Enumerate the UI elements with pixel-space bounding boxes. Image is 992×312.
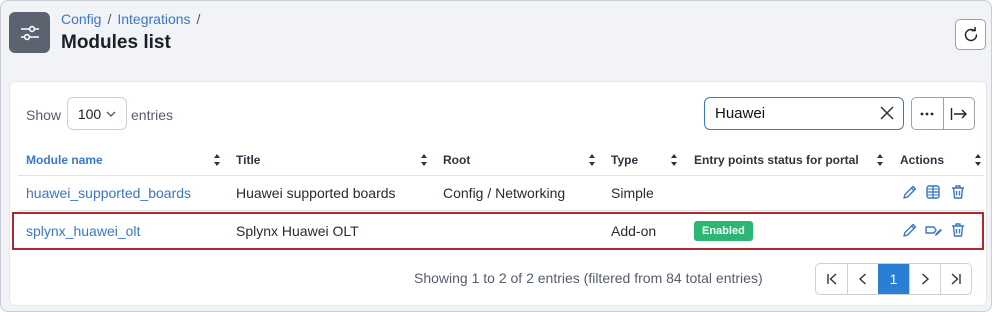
search-input[interactable] <box>715 105 865 122</box>
module-root: Config / Networking <box>443 185 566 201</box>
settings-sliders-icon <box>9 12 50 53</box>
module-name-link[interactable]: huawei_supported_boards <box>26 185 191 201</box>
module-type: Add-on <box>611 223 657 239</box>
tag-edit-icon[interactable] <box>925 222 943 241</box>
breadcrumb-integrations[interactable]: Integrations <box>117 11 190 27</box>
th-root[interactable]: Root <box>443 153 470 167</box>
sort-icon[interactable] <box>670 153 678 167</box>
th-type[interactable]: Type <box>611 153 638 167</box>
show-label: Show <box>26 107 62 123</box>
prev-page-button[interactable] <box>847 264 878 294</box>
entries-value: 100 <box>77 105 102 122</box>
page-1-button[interactable]: 1 <box>878 264 909 294</box>
export-icon <box>950 107 967 120</box>
breadcrumb-separator: / <box>196 11 201 27</box>
next-page-button[interactable] <box>909 264 940 294</box>
modules-card: Show 100 entries Huawei Module name Titl… <box>9 81 987 306</box>
search-field[interactable] <box>704 97 904 130</box>
sort-icon[interactable] <box>420 153 428 167</box>
trash-icon[interactable] <box>950 222 966 241</box>
th-entry-points-status[interactable]: Entry points status for portal <box>694 153 859 167</box>
app-window: Config / Integrations / Modules list Sho… <box>0 0 992 312</box>
first-page-button[interactable] <box>816 264 847 294</box>
sort-icon[interactable] <box>213 153 221 167</box>
table-row: huawei_supported_boards Huawei supported… <box>18 176 984 211</box>
grid-icon[interactable] <box>925 184 941 203</box>
pagination: 1 <box>815 263 972 295</box>
breadcrumb: Config / Integrations / <box>61 11 200 27</box>
next-page-icon <box>922 273 930 285</box>
chevron-down-icon <box>106 111 116 117</box>
table-row-highlighted: splynx_huawei_olt Splynx Huawei OLT Add-… <box>12 212 984 250</box>
breadcrumb-config[interactable]: Config <box>61 11 101 27</box>
first-page-icon <box>826 273 836 285</box>
sort-icon[interactable] <box>974 153 982 167</box>
edit-icon[interactable] <box>902 222 918 241</box>
breadcrumb-separator: / <box>107 11 112 27</box>
module-title: Huawei supported boards <box>236 185 396 201</box>
th-title[interactable]: Title <box>236 153 260 167</box>
last-page-icon <box>951 273 961 285</box>
trash-icon[interactable] <box>950 184 966 203</box>
status-badge: Enabled <box>694 221 753 241</box>
sort-icon[interactable] <box>588 153 596 167</box>
th-module-name[interactable]: Module name <box>26 153 103 167</box>
edit-icon[interactable] <box>902 184 918 203</box>
module-type: Simple <box>611 185 654 201</box>
table-tools-group <box>911 97 975 130</box>
more-icon <box>920 112 934 115</box>
entries-label: entries <box>131 107 174 123</box>
export-button[interactable] <box>942 98 975 129</box>
module-name-link[interactable]: splynx_huawei_olt <box>26 223 140 239</box>
clear-icon[interactable] <box>879 105 895 125</box>
refresh-icon <box>964 26 977 41</box>
table-header: Module name Title Root Type Entry points… <box>18 144 984 176</box>
module-title: Splynx Huawei OLT <box>236 223 359 239</box>
sort-icon[interactable] <box>876 153 884 167</box>
last-page-button[interactable] <box>940 264 971 294</box>
th-actions: Actions <box>900 153 945 167</box>
refresh-button[interactable] <box>955 19 986 50</box>
more-button[interactable] <box>912 98 943 129</box>
entries-per-page-select[interactable]: 100 <box>67 97 127 130</box>
prev-page-icon <box>858 273 866 285</box>
table-info: Showing 1 to 2 of 2 entries (filtered fr… <box>414 270 763 286</box>
page-title: Modules list <box>61 32 171 53</box>
